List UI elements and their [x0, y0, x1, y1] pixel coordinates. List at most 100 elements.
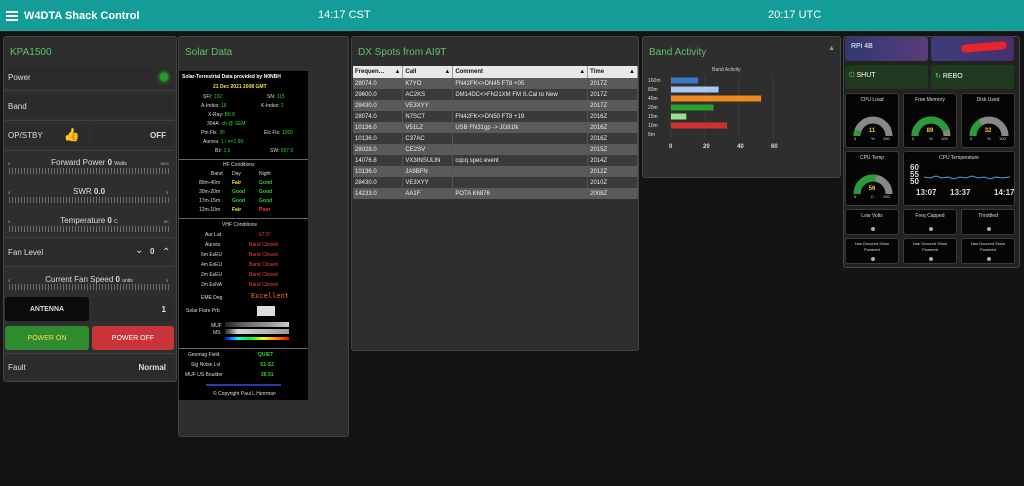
- table-cell: CE2SV: [402, 144, 454, 155]
- table-row[interactable]: 28430.0 VE3XYY 2017Z: [353, 100, 638, 111]
- fan-speed-readout: Current Fan Speed 0 units: [45, 275, 133, 284]
- table-cell: V51LZ: [402, 122, 454, 133]
- vhf-title: VHF Conditions: [222, 222, 258, 228]
- chart-title: Band Activity: [712, 67, 741, 73]
- flare-indicator: [257, 306, 275, 316]
- y-tick-label: 15m: [648, 114, 658, 120]
- divider: [4, 353, 174, 354]
- table-cell: [452, 100, 589, 111]
- host-button[interactable]: [931, 37, 1014, 61]
- sort-icon[interactable]: ▲: [394, 69, 400, 75]
- column-frequency[interactable]: Frequen… ▲: [353, 66, 404, 78]
- table-row[interactable]: 10136.0 JA9BFN 2012Z: [353, 166, 638, 177]
- table-cell: FN42FK<>DN50 FT8 +19: [452, 111, 589, 122]
- power-off-button[interactable]: POWER OFF: [92, 326, 174, 350]
- power-label: Power: [8, 72, 31, 82]
- cpu-temp-tile: CPU Temp 56 C 0 100: [845, 151, 899, 206]
- disk-used-tile: Disk Used 32 % 0 100: [961, 93, 1015, 148]
- table-cell: 2012Z: [587, 166, 638, 177]
- fault-row: Fault Normal: [4, 356, 174, 378]
- solar-widget: Solar-Terrestrial Data provided by N0NBH…: [179, 71, 308, 400]
- table-row[interactable]: 29600.0 AC2KS DM14DC<>FN21XM FM S.Cal to N…: [353, 89, 638, 100]
- table-cell: AA1F: [402, 188, 454, 199]
- table-cell: [452, 166, 589, 177]
- y-tick-label: 6m: [648, 132, 655, 138]
- table-row[interactable]: 28028.0 CE2SV 2015Z: [353, 144, 638, 155]
- cpu-load-tile: CPU Load 11 % 0 100: [845, 93, 899, 148]
- shutdown-button[interactable]: ⏻ SHUT: [845, 65, 928, 89]
- bar-40m: [671, 95, 762, 102]
- table-row[interactable]: 28074.0 K7YO FN42FK<>DN45 FT8 +05 2017Z: [353, 78, 638, 89]
- table-row[interactable]: 10136.0 C37AC 2016Z: [353, 133, 638, 144]
- chevron-down-icon[interactable]: ⌄: [135, 245, 143, 256]
- chevron-up-icon[interactable]: ⌃: [162, 247, 170, 258]
- table-row[interactable]: 28430.0 VE3XYY 2010Z: [353, 177, 638, 188]
- table-cell: POTA K6876: [452, 188, 589, 199]
- status-dot-icon: [929, 227, 933, 231]
- forward-power-readout: Forward Power 0 Watts: [51, 158, 127, 167]
- power-row: Power: [4, 66, 174, 88]
- column-time[interactable]: Time ▲: [587, 66, 638, 78]
- band-activity-title: Band Activity: [649, 47, 707, 58]
- divider: [4, 237, 174, 238]
- table-cell: USB FN31gp -> JG81fk: [452, 122, 589, 133]
- opstby-row[interactable]: OP/STBY 👍: [4, 124, 88, 146]
- fault-label: Fault: [8, 362, 26, 372]
- utc-time: 20:17 UTC: [768, 9, 822, 21]
- table-row[interactable]: 14233.0 AA1F POTA K6876 2008Z: [353, 188, 638, 199]
- sort-icon[interactable]: ▲: [629, 69, 635, 75]
- divider: [179, 159, 308, 160]
- off-button[interactable]: OFF: [92, 124, 174, 146]
- cpu-temperature-history: CPU Temperature 60 55 50 13:07 13:37 14:…: [903, 151, 1015, 206]
- dx-spots-table: Frequen… ▲ Call ▲ Comment ▲ Time ▲ 28074.0 K7…: [353, 66, 638, 199]
- fwd-min: 0: [8, 161, 11, 166]
- x-tick-label: 0: [669, 144, 673, 150]
- table-cell: 29600.0: [353, 89, 404, 100]
- local-time: 14:17 CST: [318, 9, 371, 21]
- table-row[interactable]: 10136.0 V51LZ USB FN31gp -> JG81fk 2016Z: [353, 122, 638, 133]
- collapse-icon[interactable]: ▲: [828, 45, 835, 52]
- table-cell: 10136.0: [353, 166, 404, 177]
- x-tick-label: 20: [703, 144, 710, 150]
- rpi-button[interactable]: RPi 4B: [845, 37, 928, 61]
- table-cell: 2015Z: [587, 144, 638, 155]
- band-label: Band: [8, 101, 27, 111]
- sort-icon[interactable]: ▲: [579, 69, 585, 75]
- table-cell: 2016Z: [587, 111, 638, 122]
- copyright: © Copyright Paul L Herrman: [213, 391, 276, 397]
- occurred-tile: Has Occured Since Powered: [903, 238, 957, 264]
- status-dot-icon: [987, 227, 991, 231]
- column-comment[interactable]: Comment ▲: [452, 66, 589, 78]
- sort-icon[interactable]: ▲: [444, 69, 450, 75]
- y-tick-label: 20m: [648, 105, 658, 111]
- band-activity-chart: Band Activity 0 20 40 60 160m 80m 40m 20m 15m 10m 6…: [648, 67, 778, 150]
- swr-min: 0: [8, 190, 11, 195]
- table-cell: 14233.0: [353, 188, 404, 199]
- thumbs-up-icon[interactable]: 👍: [64, 127, 80, 143]
- menu-icon[interactable]: [6, 10, 18, 21]
- table-cell: 28430.0: [353, 100, 404, 111]
- column-call[interactable]: Call ▲: [402, 66, 454, 78]
- forward-power-meter: [9, 168, 169, 174]
- solar-link[interactable]: [206, 384, 281, 386]
- x-tick-label: 40: [737, 144, 744, 150]
- table-cell: DM14DC<>FN21XM FM S.Cal to New: [452, 89, 589, 100]
- antenna-value[interactable]: 1: [92, 297, 174, 321]
- table-cell: 2010Z: [587, 177, 638, 188]
- swr-max: 5: [166, 190, 169, 195]
- reboot-button[interactable]: ↻ REBO: [931, 65, 1014, 89]
- table-row[interactable]: 14076.8 VX3INSULIN cqcq spec event 2014Z: [353, 155, 638, 166]
- table-row[interactable]: 28074.0 N7SCT FN42FK<>DN50 FT8 +19 2016Z: [353, 111, 638, 122]
- divider: [179, 348, 308, 349]
- antenna-button[interactable]: ANTENNA: [5, 297, 89, 321]
- solar-provider: Solar-Terrestrial Data provided by N0NBH: [182, 74, 281, 80]
- fan-level-value: 0: [150, 247, 155, 256]
- table-cell: cqcq spec event: [452, 155, 589, 166]
- dx-spots-title: DX Spots from AI9T: [358, 47, 447, 58]
- x-tick-label: 60: [771, 144, 778, 150]
- power-on-button[interactable]: POWER ON: [5, 326, 89, 350]
- temperature-readout: Temperature 0 C: [60, 216, 118, 225]
- y-tick-label: 10m: [648, 123, 658, 129]
- divider: [179, 218, 308, 219]
- kpa1500-title: KPA1500: [10, 47, 52, 58]
